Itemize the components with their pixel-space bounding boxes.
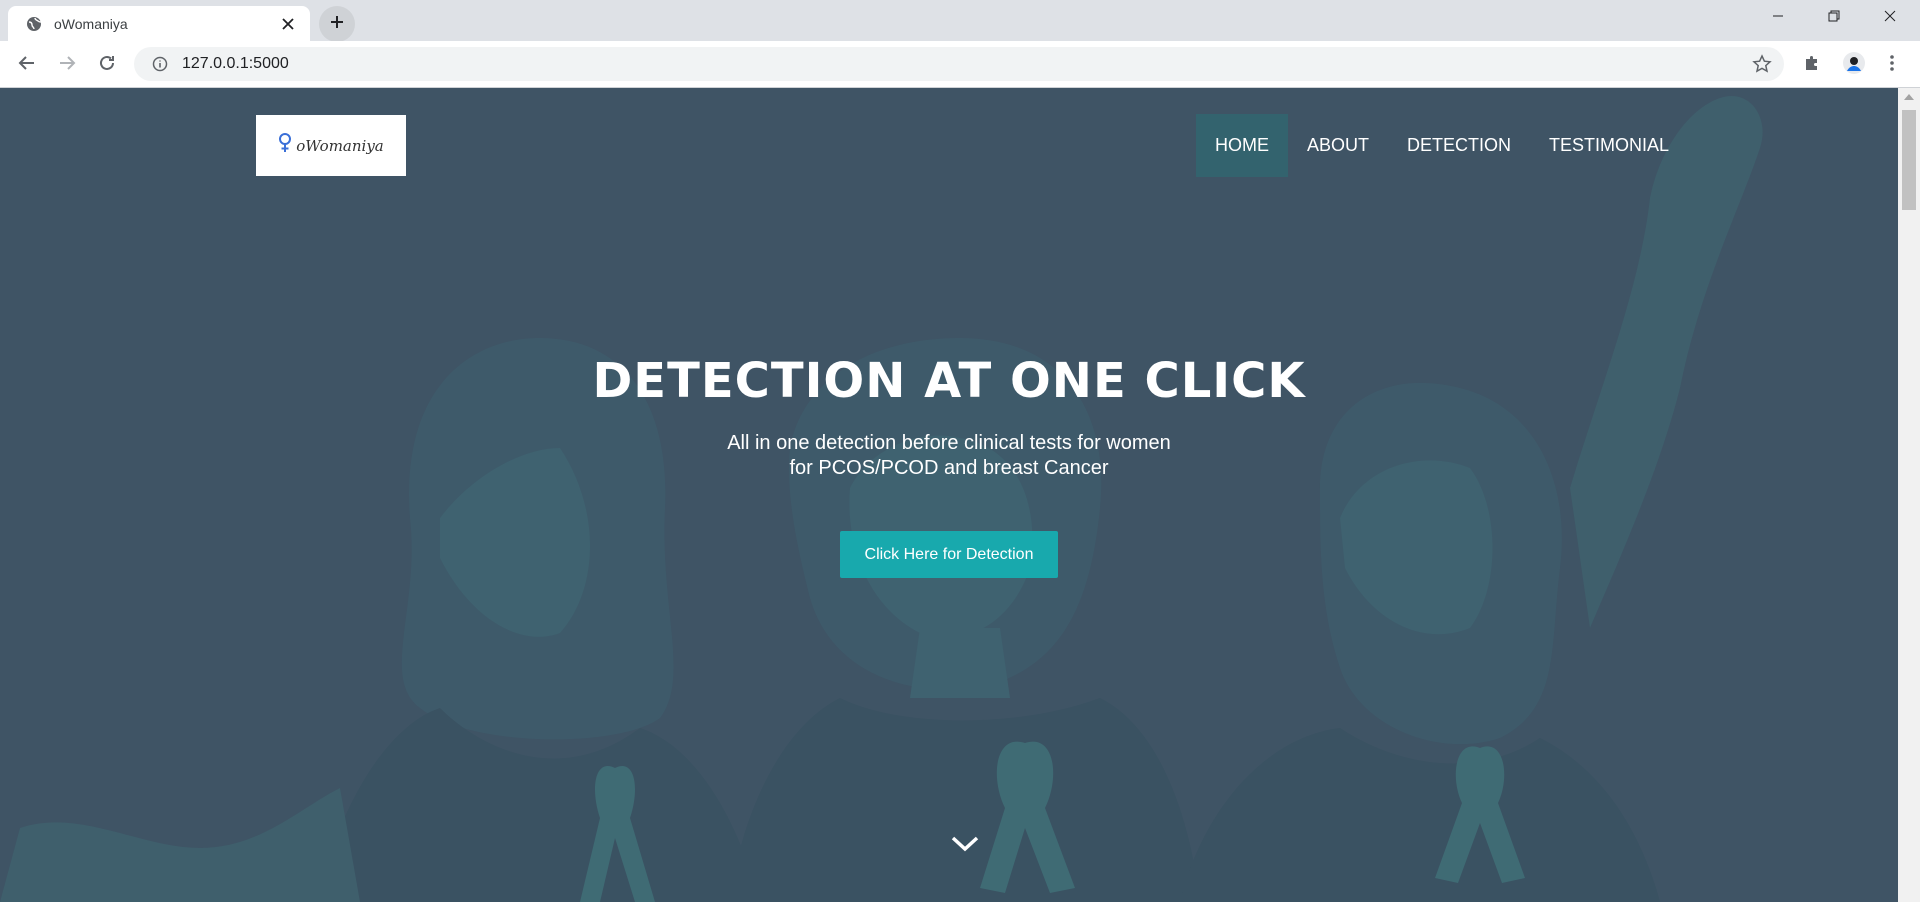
hero-illustration: [0, 88, 1898, 902]
nav-home[interactable]: HOME: [1196, 114, 1288, 177]
nav-testimonial[interactable]: TESTIMONIAL: [1530, 114, 1688, 177]
main-nav: HOME ABOUT DETECTION TESTIMONIAL: [1196, 114, 1688, 177]
hero-subtitle-line2: for PCOS/PCOD and breast Cancer: [789, 457, 1109, 479]
puzzle-icon: [1803, 54, 1821, 77]
forward-button[interactable]: [51, 49, 83, 81]
nav-detection[interactable]: DETECTION: [1388, 114, 1530, 177]
restore-button[interactable]: [1806, 0, 1862, 36]
hero-subtitle: All in one detection before clinical tes…: [0, 431, 1898, 481]
window-close-icon: [1884, 9, 1896, 27]
browser-menu-button[interactable]: [1876, 49, 1908, 81]
page-scrollbar[interactable]: [1898, 88, 1920, 902]
center-woman-neck: [910, 628, 1010, 698]
page-viewport: oWomaniya HOME ABOUT DETECTION TESTIMONI…: [0, 88, 1898, 902]
kebab-menu-icon: [1889, 54, 1895, 77]
back-arrow-icon: [18, 54, 36, 77]
extensions-button[interactable]: [1796, 49, 1828, 81]
avatar-icon: [1842, 51, 1866, 80]
minimize-icon: [1772, 9, 1784, 27]
globe-icon: [26, 16, 42, 32]
minimize-button[interactable]: [1750, 0, 1806, 36]
nav-about[interactable]: ABOUT: [1288, 114, 1388, 177]
scroll-up-arrow-icon[interactable]: [1904, 94, 1914, 100]
browser-tab[interactable]: oWomaniya: [8, 6, 310, 41]
address-bar[interactable]: 127.0.0.1:5000: [134, 47, 1784, 81]
plus-icon: [330, 15, 344, 34]
restore-icon: [1828, 9, 1840, 27]
browser-tabstrip: oWomaniya: [0, 0, 1920, 42]
chevron-down-icon[interactable]: [950, 832, 980, 856]
star-icon[interactable]: [1752, 54, 1772, 74]
reload-icon: [98, 54, 116, 77]
scrollbar-thumb[interactable]: [1902, 110, 1916, 210]
detection-cta-button[interactable]: Click Here for Detection: [840, 531, 1058, 578]
hero-title: DETECTION AT ONE CLICK: [592, 353, 1306, 409]
close-icon[interactable]: [278, 14, 298, 34]
window-close-button[interactable]: [1862, 0, 1918, 36]
url-text[interactable]: 127.0.0.1:5000: [182, 55, 289, 73]
tab-title: oWomaniya: [54, 15, 128, 32]
logo-text: oWomaniya: [296, 136, 384, 155]
browser-toolbar: 127.0.0.1:5000: [0, 41, 1920, 88]
back-button[interactable]: [11, 49, 43, 81]
forward-arrow-icon: [58, 54, 76, 77]
reload-button[interactable]: [91, 49, 123, 81]
new-tab-button[interactable]: [319, 6, 355, 42]
profile-button[interactable]: [1838, 49, 1870, 81]
female-symbol-icon: [278, 133, 292, 158]
site-logo[interactable]: oWomaniya: [256, 115, 406, 176]
hero-subtitle-line1: All in one detection before clinical tes…: [727, 432, 1171, 454]
info-icon[interactable]: [150, 54, 170, 74]
